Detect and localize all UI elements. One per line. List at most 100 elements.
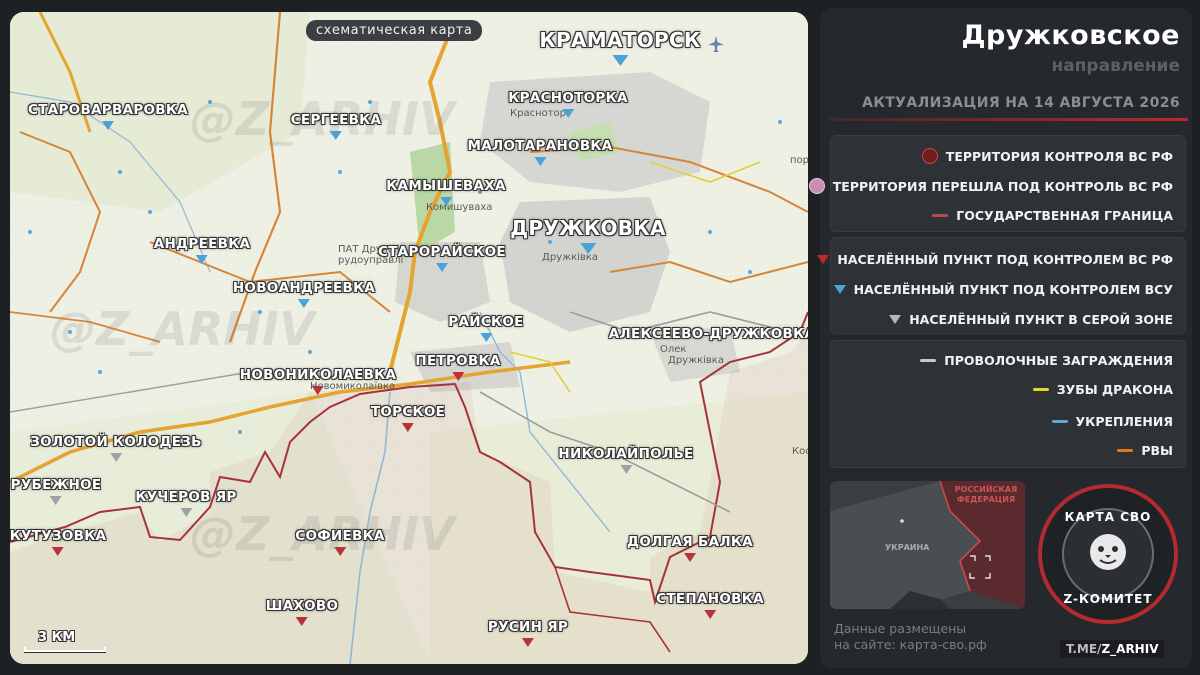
town-dolgaya-balka[interactable]: ДОЛГАЯ БАЛКА [627, 534, 753, 562]
town-krasnotorka[interactable]: КРАСНОТОРКА [508, 90, 627, 118]
legend-item: УКРЕПЛЕНИЯ [1051, 414, 1174, 429]
town-stepanovka[interactable]: СТЕПАНОВКА [656, 591, 764, 619]
site-note-line[interactable]: на сайте: карта-сво.рф [834, 637, 987, 653]
map-panel[interactable]: @Z_ARHIV @Z_ARHIV @Z_ARHIV схематическая… [10, 12, 808, 664]
legend-item: НАСЕЛЁННЫЙ ПУНКТ ПОД КОНТРОЛЕМ ВС РФ [817, 252, 1173, 267]
town-sergeevka[interactable]: СЕРГЕЕВКА [291, 112, 382, 140]
town-label: РУБЕЖНОЕ [10, 477, 102, 493]
wire-swatch-icon [920, 359, 937, 362]
legend-panel: Дружковское направление АКТУАЛИЗАЦИЯ НА … [808, 8, 1192, 668]
town-marker-icon [534, 157, 546, 166]
page-title: Дружковское [961, 20, 1180, 51]
site-note-line: Данные размещены [834, 621, 967, 636]
infographic: @Z_ARHIV @Z_ARHIV @Z_ARHIV схематическая… [0, 0, 1200, 675]
legend-label: ТЕРРИТОРИЯ ПЕРЕШЛА ПОД КОНТРОЛЬ ВС РФ [832, 178, 1173, 194]
overview-minimap[interactable]: РОССИЙСКАЯ ФЕДЕРАЦИЯ УКРАИНА [830, 481, 1025, 609]
town-marker-icon [329, 131, 342, 140]
town-label: РАЙСКОЕ [448, 314, 524, 330]
logo-bottom-text: Z-КОМИТЕТ [1063, 592, 1153, 606]
legend-label: ТЕРРИТОРИЯ КОНТРОЛЯ ВС РФ [945, 148, 1173, 164]
town-marker-icon [179, 508, 192, 517]
town-kucherov-yar[interactable]: КУЧЕРОВ ЯР [135, 489, 236, 517]
town-label: ДРУЖКОВКА [510, 216, 666, 240]
karta-svo-logo: КАРТА СВО Z-КОМИТЕТ [1038, 484, 1178, 624]
telegram-handle: Z_ARHIV [1101, 642, 1159, 656]
legend-fortifications: ПРОВОЛОЧНЫЕ ЗАГРАЖДЕНИЯ ЗУБЫ ДРАКОНА УКР… [830, 340, 1186, 468]
town-kutuzovka[interactable]: КУТУЗОВКА [10, 528, 106, 556]
town-label: МАЛОТАРАНОВКА [467, 138, 613, 154]
site-note: Данные размещены на сайте: карта-сво.рф [834, 621, 987, 653]
minimap-russia-label: РОССИЙСКАЯ ФЕДЕРАЦИЯ [954, 485, 1018, 504]
town-label: НИКОЛАЙПОЛЬЕ [558, 446, 694, 462]
page-subtitle: направление [1051, 56, 1180, 76]
update-date: АКТУАЛИЗАЦИЯ НА 14 АВГУСТА 2026 [862, 95, 1180, 111]
town-marker-icon [51, 547, 64, 556]
legend-settlements: НАСЕЛЁННЫЙ ПУНКТ ПОД КОНТРОЛЕМ ВС РФ НАС… [817, 237, 1186, 334]
town-label: ПЕТРОВКА [415, 353, 501, 369]
town-kamyshevakha[interactable]: КАМЫШЕВАХА [386, 178, 505, 206]
legend-label: РВЫ [1141, 443, 1173, 458]
town-rusin-yar[interactable]: РУСИН ЯР [488, 619, 568, 647]
town-marker-icon [311, 386, 324, 395]
town-marker-icon [196, 255, 208, 264]
town-label: ДОЛГАЯ БАЛКА [627, 534, 753, 550]
legend-item: НАСЕЛЁННЫЙ ПУНКТ ПОД КОНТРОЛЕМ ВСУ [833, 282, 1173, 297]
town-marker-icon [295, 617, 308, 626]
legend-label: УКРЕПЛЕНИЯ [1075, 414, 1174, 429]
dragon-teeth-swatch-icon [1032, 388, 1049, 391]
town-novoandreevka[interactable]: НОВОАНДРЕЕВКА [233, 280, 375, 308]
rf-territory-swatch-icon [921, 148, 938, 164]
legend-label: ПРОВОЛОЧНЫЕ ЗАГРАЖДЕНИЯ [944, 353, 1173, 368]
town-novonikolaevka[interactable]: НОВОНИКОЛАЕВКА [240, 367, 397, 395]
town-label: АНДРЕЕВКА [153, 236, 251, 252]
lion-face-icon [1090, 534, 1126, 570]
town-marker-icon [401, 423, 414, 432]
legend-label: ЗУБЫ ДРАКОНА [1056, 382, 1173, 397]
town-staroraiskoe[interactable]: СТАРОРАЙСКОЕ [378, 244, 506, 272]
town-malotaranovka[interactable]: МАЛОТАРАНОВКА [467, 138, 612, 166]
legend-label: ГОСУДАРСТВЕННАЯ ГРАНИЦА [956, 208, 1173, 223]
town-druzhkovka[interactable]: ДРУЖКОВКА [510, 216, 666, 254]
map-label: пор [790, 155, 808, 166]
town-label: АЛЕКСЕЕВО-ДРУЖКОВКА [608, 326, 808, 342]
town-marker-icon [297, 299, 310, 308]
town-nikolaipole[interactable]: НИКОЛАЙПОЛЬЕ [558, 446, 693, 474]
legend-label: НАСЕЛЁННЫЙ ПУНКТ ПОД КОНТРОЛЕМ ВС РФ [837, 252, 1173, 267]
town-rubezhnoe[interactable]: РУБЕЖНОЕ [11, 477, 102, 505]
town-kramatorsk[interactable]: КРАМАТОРСК [539, 28, 700, 66]
legend-item: НАСЕЛЁННЫЙ ПУНКТ В СЕРОЙ ЗОНЕ [889, 312, 1173, 327]
town-label: НОВОАНДРЕЕВКА [232, 280, 376, 296]
town-label: КУТУЗОВКА [10, 528, 107, 544]
town-shakhovo[interactable]: ШАХОВО [266, 598, 339, 626]
town-label: КАМЫШЕВАХА [386, 178, 506, 194]
town-zolotoi-kolodez[interactable]: ЗОЛОТОЙ КОЛОДЕЗЬ [30, 434, 202, 462]
legend-item: ПРОВОЛОЧНЫЕ ЗАГРАЖДЕНИЯ [920, 353, 1173, 368]
town-label: КРАМАТОРСК [539, 28, 701, 52]
town-starovarvarovka[interactable]: СТАРОВАРВАРОВКА [28, 102, 188, 130]
town-petrovka[interactable]: ПЕТРОВКА [415, 353, 500, 381]
town-raiskoe[interactable]: РАЙСКОЕ [448, 314, 523, 342]
legend-item: ГОСУДАРСТВЕННАЯ ГРАНИЦА [932, 208, 1173, 223]
town-marker-icon [334, 547, 346, 556]
legend-item: РВЫ [1117, 443, 1173, 458]
town-label: КРАСНОТОРКА [508, 90, 628, 106]
legend-item: ЗУБЫ ДРАКОНА [1032, 382, 1173, 397]
town-torskoe[interactable]: ТОРСКОЕ [371, 404, 445, 432]
town-label: ШАХОВО [265, 598, 339, 614]
scale-line [24, 647, 106, 652]
town-marker-icon [50, 496, 62, 505]
scale-bar: 3 КМ [24, 630, 106, 652]
town-sofievka[interactable]: СОФИЕВКА [295, 528, 384, 556]
town-alekseevo-druzhkovka[interactable]: АЛЕКСЕЕВО-ДРУЖКОВКА [609, 326, 808, 342]
town-label: ТОРСКОЕ [370, 404, 446, 420]
town-label: КУЧЕРОВ ЯР [135, 489, 237, 505]
town-label: НОВОНИКОЛАЕВКА [239, 367, 397, 383]
telegram-link[interactable]: T.ME/Z_ARHIV [1060, 640, 1165, 658]
town-andreevka[interactable]: АНДРЕЕВКА [154, 236, 251, 264]
town-label: СТАРОВАРВАРОВКА [28, 102, 188, 118]
telegram-prefix: T.ME/ [1066, 642, 1102, 656]
town-marker-icon [580, 243, 596, 254]
town-label: СТЕПАНОВКА [656, 591, 764, 607]
legend-item: ТЕРРИТОРИЯ КОНТРОЛЯ ВС РФ [921, 148, 1173, 164]
minimap-ukraine-label: УКРАИНА [885, 543, 930, 552]
